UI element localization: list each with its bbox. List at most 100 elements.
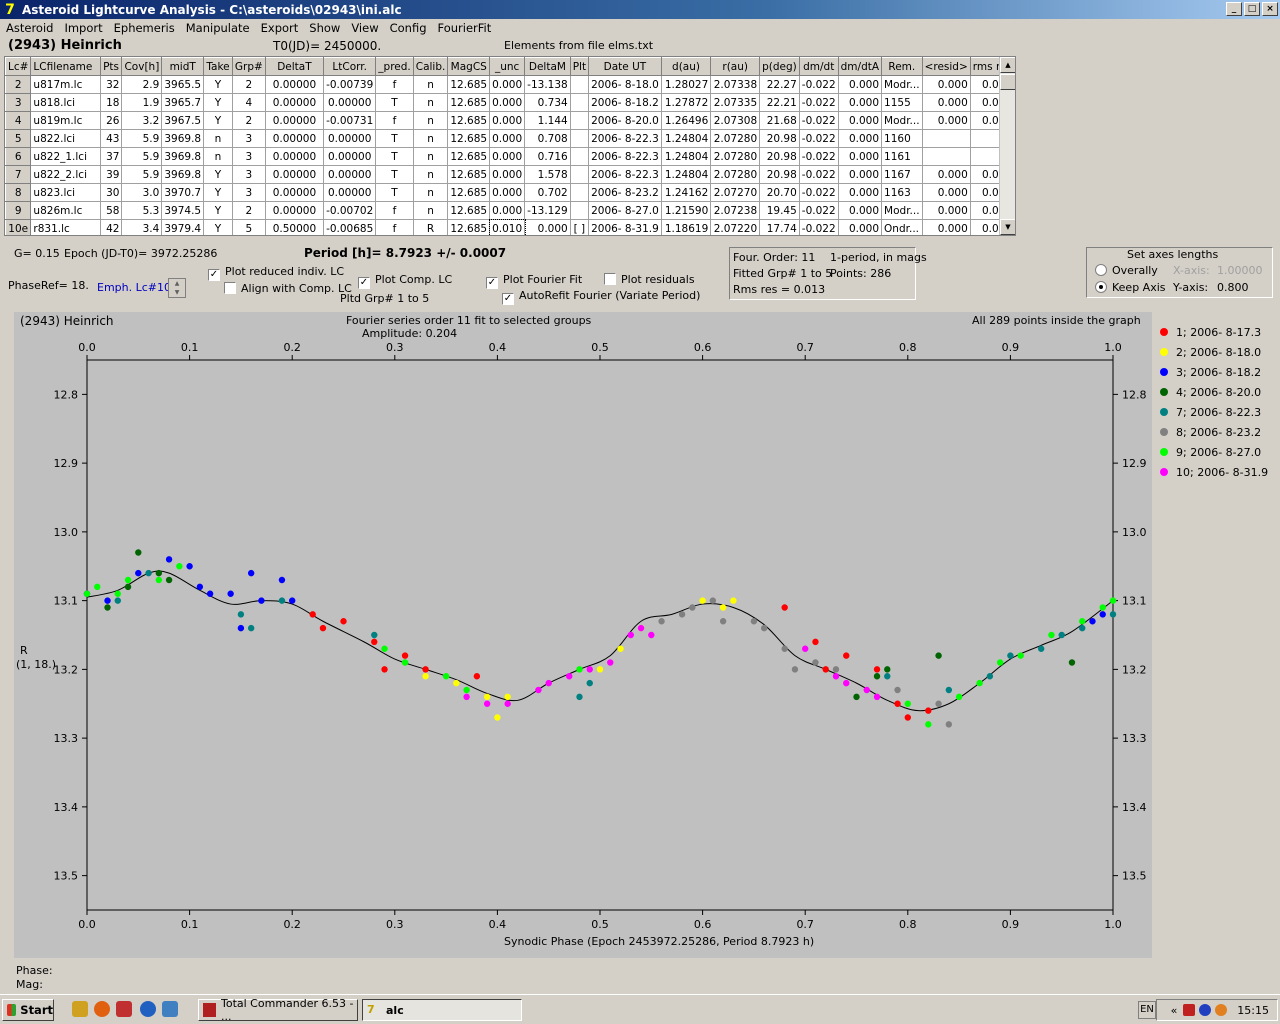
menu-config[interactable]: Config: [386, 21, 434, 35]
quicklaunch-tool-icon[interactable]: [116, 1001, 132, 1017]
table-cell[interactable]: 0.000: [921, 75, 971, 94]
table-cell[interactable]: -13.138: [524, 75, 571, 94]
table-cell[interactable]: 2: [231, 75, 266, 94]
table-cell[interactable]: 0.734: [524, 93, 571, 112]
table-cell[interactable]: f: [375, 75, 414, 94]
row-header[interactable]: 7: [5, 165, 32, 184]
table-cell[interactable]: 0.00000: [323, 183, 377, 202]
row-header[interactable]: 6: [5, 147, 32, 166]
table-cell[interactable]: 0.000: [921, 183, 971, 202]
table-cell[interactable]: 2006- 8-23.2: [588, 183, 662, 202]
table-row[interactable]: 10e r831.lc 42 3.4 3979.4 Y 5 0.50000 -0.00685 f R…: [5, 218, 1015, 235]
table-cell[interactable]: 0.000: [921, 111, 971, 130]
table-cell[interactable]: 1.24162: [660, 183, 712, 202]
table-cell[interactable]: 20.70: [759, 183, 800, 202]
table-cell[interactable]: 0.708: [524, 129, 571, 148]
grid-column-header[interactable]: Grp#: [231, 57, 266, 76]
table-cell[interactable]: [569, 147, 590, 166]
table-cell[interactable]: Modr...: [881, 111, 923, 130]
table-cell[interactable]: 0.000: [837, 165, 883, 184]
table-cell[interactable]: 5.9: [121, 165, 163, 184]
table-cell[interactable]: 0.00000: [264, 147, 325, 166]
grid-scrollbar[interactable]: ▲ ▼: [999, 57, 1015, 235]
table-cell[interactable]: 12.685: [447, 129, 491, 148]
table-cell[interactable]: Y: [203, 201, 233, 220]
table-cell[interactable]: Y: [203, 219, 233, 235]
table-cell[interactable]: 2: [231, 201, 266, 220]
table-cell[interactable]: n: [412, 201, 449, 220]
table-cell[interactable]: 12.685: [447, 75, 491, 94]
table-cell[interactable]: 30: [99, 183, 123, 202]
table-cell[interactable]: 0.00000: [264, 129, 325, 148]
table-cell[interactable]: 3.4: [121, 219, 163, 235]
table-cell[interactable]: 0.00000: [264, 93, 325, 112]
table-cell[interactable]: 0.00000: [323, 129, 377, 148]
table-cell[interactable]: [ ]: [569, 219, 590, 235]
table-cell[interactable]: 0.00000: [264, 165, 325, 184]
table-cell[interactable]: 0.000: [489, 129, 526, 148]
table-cell[interactable]: T: [375, 147, 414, 166]
table-cell[interactable]: 2.9: [121, 75, 163, 94]
table-cell[interactable]: 19.45: [759, 201, 800, 220]
table-cell[interactable]: 3979.4: [161, 219, 205, 235]
table-cell[interactable]: 0.000: [489, 201, 526, 220]
table-cell[interactable]: 3967.5: [161, 111, 205, 130]
table-cell[interactable]: -0.022: [798, 111, 839, 130]
table-cell[interactable]: 0.000: [837, 129, 883, 148]
table-cell[interactable]: 2006- 8-20.0: [588, 111, 662, 130]
x-axis-value[interactable]: 1.00000: [1217, 264, 1263, 277]
table-cell[interactable]: Y: [203, 75, 233, 94]
table-cell[interactable]: 3.2: [121, 111, 163, 130]
table-cell[interactable]: 4: [231, 93, 266, 112]
table-cell[interactable]: -0.022: [798, 147, 839, 166]
table-cell[interactable]: 42: [99, 219, 123, 235]
grid-column-header[interactable]: LtCorr.: [323, 57, 377, 76]
tray-app-icon[interactable]: [1183, 1004, 1196, 1016]
table-cell[interactable]: 12.685: [447, 165, 491, 184]
table-cell[interactable]: 3969.8: [161, 129, 205, 148]
menu-fourierfit[interactable]: FourierFit: [434, 21, 499, 35]
menu-view[interactable]: View: [347, 21, 385, 35]
table-cell[interactable]: 3965.5: [161, 75, 205, 94]
table-cell[interactable]: [569, 129, 590, 148]
table-cell[interactable]: 0.000: [489, 111, 526, 130]
table-cell[interactable]: u822_2.lci: [30, 165, 101, 184]
table-cell[interactable]: -0.022: [798, 183, 839, 202]
table-cell[interactable]: 0.000: [837, 219, 883, 235]
table-cell[interactable]: [921, 129, 971, 148]
table-cell[interactable]: n: [412, 75, 449, 94]
grid-column-header[interactable]: Lc#: [5, 57, 32, 76]
menu-export[interactable]: Export: [257, 21, 306, 35]
table-cell[interactable]: n: [412, 183, 449, 202]
table-cell[interactable]: Y: [203, 183, 233, 202]
lightcurve-grid[interactable]: Lc# LCfilename Pts Cov[h] midT Take Grp# DeltaT…: [4, 56, 1016, 236]
grid-column-header[interactable]: LCfilename: [30, 57, 101, 76]
table-cell[interactable]: 22.27: [759, 75, 800, 94]
table-cell[interactable]: 0.000: [489, 165, 526, 184]
table-cell[interactable]: 0.000: [921, 219, 971, 235]
table-cell[interactable]: 0.000: [837, 93, 883, 112]
table-cell[interactable]: 2.07280: [710, 165, 761, 184]
table-cell[interactable]: 2006- 8-22.3: [588, 129, 662, 148]
table-cell[interactable]: T: [375, 93, 414, 112]
table-cell[interactable]: f: [375, 219, 414, 235]
table-cell[interactable]: 58: [99, 201, 123, 220]
table-row[interactable]: 7 u822_2.lci 39 5.9 3969.8 Y 3 0.00000 0.00000 Tn…: [5, 165, 1015, 184]
menu-manipulate[interactable]: Manipulate: [182, 21, 257, 35]
table-cell[interactable]: -0.022: [798, 93, 839, 112]
table-cell[interactable]: 2.07335: [710, 93, 761, 112]
table-cell[interactable]: 3: [231, 147, 266, 166]
grid-column-header[interactable]: _unc: [489, 57, 526, 76]
table-cell[interactable]: 2.07308: [710, 111, 761, 130]
table-cell[interactable]: [569, 93, 590, 112]
table-cell[interactable]: 1.24804: [660, 147, 712, 166]
table-cell[interactable]: 0.000: [837, 183, 883, 202]
table-cell[interactable]: 0.702: [524, 183, 571, 202]
table-row[interactable]: 6 u822_1.lci 37 5.9 3969.8 n 3 0.00000 0.00000 Tn…: [5, 147, 1015, 166]
table-cell[interactable]: n: [412, 165, 449, 184]
table-cell[interactable]: 3: [231, 183, 266, 202]
table-cell[interactable]: 12.685: [447, 201, 491, 220]
row-header[interactable]: 8: [5, 183, 32, 202]
table-cell[interactable]: -0.00731: [323, 111, 377, 130]
table-cell[interactable]: 0.000: [837, 201, 883, 220]
